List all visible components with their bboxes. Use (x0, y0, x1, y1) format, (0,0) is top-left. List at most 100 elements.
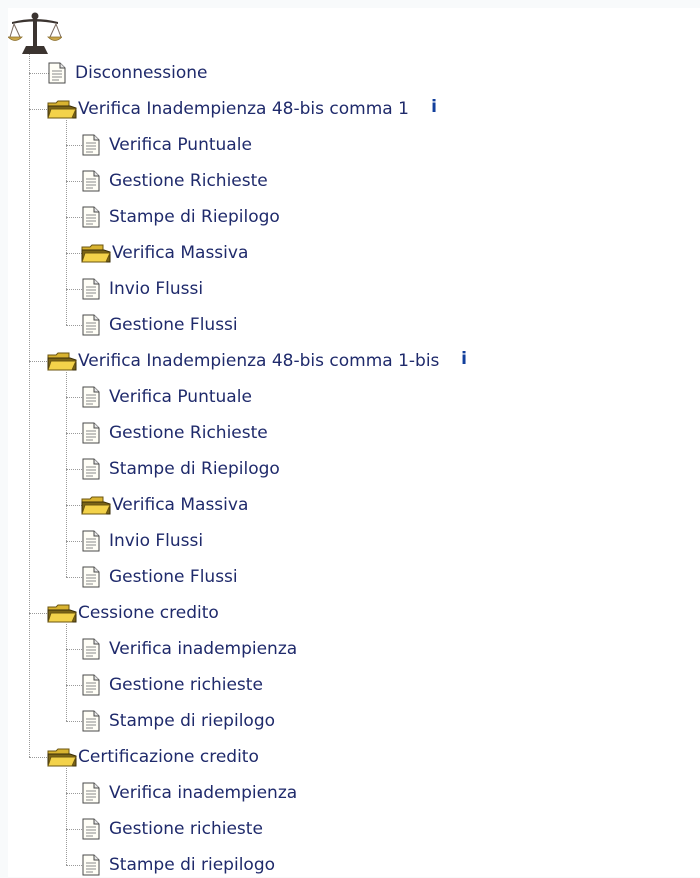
document-icon (82, 134, 100, 156)
document-icon (82, 710, 100, 732)
folder-certificazione-credito-label: Certificazione credito (78, 747, 259, 767)
document-icon (82, 314, 100, 336)
tree-connector (29, 613, 47, 614)
folder-open-icon (81, 496, 111, 515)
menu-item-stampe-di-riepilogo-label: Stampe di riepilogo (109, 855, 276, 875)
menu-item-gestione-richieste-label: Gestione richieste (109, 675, 263, 695)
document-icon (82, 170, 100, 192)
menu-item-verifica-puntuale-label: Verifica Puntuale (109, 135, 252, 155)
menu-item-gestione-flussi[interactable]: Gestione Flussi (82, 312, 238, 338)
folder-open-icon (47, 604, 77, 623)
document-icon (82, 530, 100, 552)
tree-connector (66, 289, 82, 290)
document-icon (82, 422, 100, 444)
folder-verifica-massiva[interactable]: Verifica Massiva (81, 240, 248, 266)
menu-item-gestione-richieste[interactable]: Gestione richieste (82, 816, 263, 842)
tree-connector (66, 145, 82, 146)
folder-open-icon (47, 748, 77, 767)
folder-verifica-inadempienza-48-bis-comma-1-bis-label: Verifica Inadempienza 48-bis comma 1-bis (78, 351, 440, 371)
menu-item-gestione-richieste[interactable]: Gestione Richieste (82, 420, 268, 446)
folder-verifica-inadempienza-48-bis-comma-1-bis[interactable]: Verifica Inadempienza 48-bis comma 1-bis (47, 348, 439, 374)
folder-open-icon (47, 100, 77, 119)
logout-link-label: Disconnessione (75, 63, 208, 83)
document-icon (82, 854, 100, 876)
menu-item-invio-flussi[interactable]: Invio Flussi (82, 276, 203, 302)
menu-item-verifica-inadempienza-label: Verifica inadempienza (109, 639, 298, 659)
menu-item-invio-flussi-label: Invio Flussi (109, 531, 204, 551)
menu-item-invio-flussi[interactable]: Invio Flussi (82, 528, 203, 554)
tree-connector (66, 433, 82, 434)
folder-verifica-massiva-label: Verifica Massiva (112, 243, 249, 263)
info-icon[interactable]: i (423, 96, 445, 118)
menu-item-invio-flussi-label: Invio Flussi (109, 279, 204, 299)
menu-item-gestione-richieste[interactable]: Gestione Richieste (82, 168, 268, 194)
menu-item-verifica-puntuale[interactable]: Verifica Puntuale (82, 132, 252, 158)
menu-item-stampe-di-riepilogo[interactable]: Stampe di Riepilogo (82, 456, 280, 482)
tree-connector (66, 541, 82, 542)
document-icon (48, 62, 66, 84)
document-icon (82, 782, 100, 804)
tree-connector (66, 624, 67, 721)
menu-item-verifica-puntuale-label: Verifica Puntuale (109, 387, 252, 407)
tree-connector (66, 685, 82, 686)
tree-connector (66, 829, 82, 830)
menu-item-gestione-richieste-label: Gestione richieste (109, 819, 263, 839)
menu-item-stampe-di-riepilogo[interactable]: Stampe di riepilogo (82, 708, 275, 734)
tree-connector (66, 793, 82, 794)
info-icon[interactable]: i (453, 348, 475, 370)
folder-verifica-massiva-label: Verifica Massiva (112, 495, 249, 515)
navigation-tree: Disconnessione Verifica Inadempienza 48-b… (0, 0, 700, 877)
menu-item-gestione-flussi-label: Gestione Flussi (109, 315, 238, 335)
menu-item-gestione-richieste-label: Gestione Richieste (109, 171, 268, 191)
tree-connector (66, 397, 82, 398)
menu-item-verifica-inadempienza[interactable]: Verifica inadempienza (82, 780, 297, 806)
menu-item-stampe-di-riepilogo-label: Stampe di Riepilogo (109, 459, 280, 479)
tree-connector (66, 505, 82, 506)
tree-connector (66, 372, 67, 577)
document-icon (82, 638, 100, 660)
tree-connector (29, 757, 47, 758)
document-icon (82, 278, 100, 300)
menu-item-verifica-inadempienza[interactable]: Verifica inadempienza (82, 636, 297, 662)
tree-connector (66, 768, 67, 865)
folder-open-icon (81, 244, 111, 263)
folder-cessione-credito[interactable]: Cessione credito (47, 600, 219, 626)
tree-connector (29, 73, 49, 74)
menu-item-stampe-di-riepilogo-label: Stampe di riepilogo (109, 711, 276, 731)
menu-item-gestione-flussi[interactable]: Gestione Flussi (82, 564, 238, 590)
logout-link[interactable]: Disconnessione (48, 60, 208, 86)
tree-connector (66, 469, 82, 470)
tree-connector (66, 649, 82, 650)
tree-connector (29, 361, 47, 362)
document-icon (82, 566, 100, 588)
tree-connector (66, 181, 82, 182)
folder-verifica-inadempienza-48-bis-comma-1[interactable]: Verifica Inadempienza 48-bis comma 1 (47, 96, 409, 122)
tree-connector (66, 865, 82, 866)
folder-certificazione-credito[interactable]: Certificazione credito (47, 744, 259, 770)
document-icon (82, 818, 100, 840)
tree-connector (66, 325, 82, 326)
menu-item-stampe-di-riepilogo[interactable]: Stampe di riepilogo (82, 852, 275, 878)
tree-connector (29, 109, 47, 110)
folder-open-icon (47, 352, 77, 371)
menu-item-verifica-inadempienza-label: Verifica inadempienza (109, 783, 298, 803)
menu-item-gestione-richieste-label: Gestione Richieste (109, 423, 268, 443)
document-icon (82, 674, 100, 696)
tree-connector (66, 120, 67, 325)
document-icon (82, 458, 100, 480)
menu-item-verifica-puntuale[interactable]: Verifica Puntuale (82, 384, 252, 410)
tree-connector (66, 721, 82, 722)
menu-item-stampe-di-riepilogo[interactable]: Stampe di Riepilogo (82, 204, 280, 230)
document-icon (82, 386, 100, 408)
menu-item-gestione-flussi-label: Gestione Flussi (109, 567, 238, 587)
tree-connector (66, 217, 82, 218)
folder-cessione-credito-label: Cessione credito (78, 603, 219, 623)
menu-item-stampe-di-riepilogo-label: Stampe di Riepilogo (109, 207, 280, 227)
tree-connector (29, 54, 30, 757)
document-icon (82, 206, 100, 228)
folder-verifica-inadempienza-48-bis-comma-1-label: Verifica Inadempienza 48-bis comma 1 (78, 99, 409, 119)
folder-verifica-massiva[interactable]: Verifica Massiva (81, 492, 248, 518)
tree-connector (66, 577, 82, 578)
menu-item-gestione-richieste[interactable]: Gestione richieste (82, 672, 263, 698)
tree-connector (66, 253, 82, 254)
